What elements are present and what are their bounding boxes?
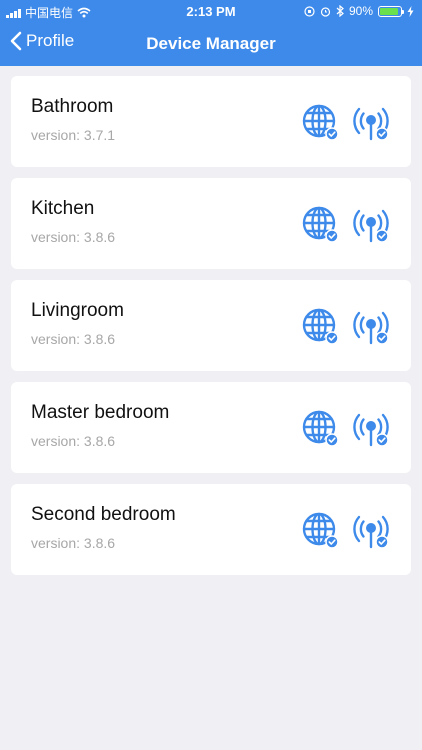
device-version: version: 3.8.6	[31, 433, 116, 449]
wireless-connected-icon	[353, 311, 389, 345]
charging-icon	[407, 5, 414, 17]
device-name: Bathroom	[31, 96, 114, 117]
battery-fill	[380, 7, 398, 15]
device-version: version: 3.8.6	[31, 229, 116, 245]
status-right: 90%	[304, 4, 414, 18]
device-card[interactable]: Bathroom version: 3.7.1	[11, 76, 411, 167]
page-title: Device Manager	[146, 34, 276, 53]
device-card[interactable]: Master bedroom version: 3.8.6	[11, 382, 411, 473]
wireless-connected-icon	[353, 515, 389, 549]
device-status-icons	[301, 511, 391, 551]
device-name: Second bedroom	[31, 504, 176, 525]
globe-connected-icon	[302, 308, 339, 345]
globe-connected-icon	[302, 104, 339, 141]
status-bar: 中国电信 2:13 PM 90%	[0, 0, 422, 22]
wireless-connected-icon	[353, 209, 389, 243]
device-version: version: 3.8.6	[31, 535, 116, 551]
globe-connected-icon	[302, 512, 339, 549]
device-list: Bathroom version: 3.7.1 Kitchen version:…	[11, 76, 411, 586]
device-name: Master bedroom	[31, 402, 170, 423]
device-status-icons	[301, 103, 391, 143]
battery-icon	[378, 5, 404, 17]
device-status-icons	[301, 205, 391, 245]
globe-connected-icon	[302, 206, 339, 243]
device-card[interactable]: Kitchen version: 3.8.6	[11, 178, 411, 269]
device-name: Kitchen	[31, 198, 95, 219]
device-name: Livingroom	[31, 300, 124, 321]
device-version: version: 3.8.6	[31, 331, 116, 347]
orientation-lock-icon	[304, 5, 315, 17]
device-status-icons	[301, 409, 391, 449]
app-header: 中国电信 2:13 PM 90% Profile Device Manager	[0, 0, 422, 66]
device-card[interactable]: Second bedroom version: 3.8.6	[11, 484, 411, 575]
nav-bar: Profile Device Manager	[0, 22, 422, 66]
wireless-connected-icon	[353, 107, 389, 141]
device-card[interactable]: Livingroom version: 3.8.6	[11, 280, 411, 371]
device-version: version: 3.7.1	[31, 127, 116, 143]
device-status-icons	[301, 307, 391, 347]
globe-connected-icon	[302, 410, 339, 447]
bluetooth-icon	[336, 5, 344, 17]
wireless-connected-icon	[353, 413, 389, 447]
alarm-icon	[320, 6, 331, 17]
battery-percent: 90%	[348, 4, 373, 18]
